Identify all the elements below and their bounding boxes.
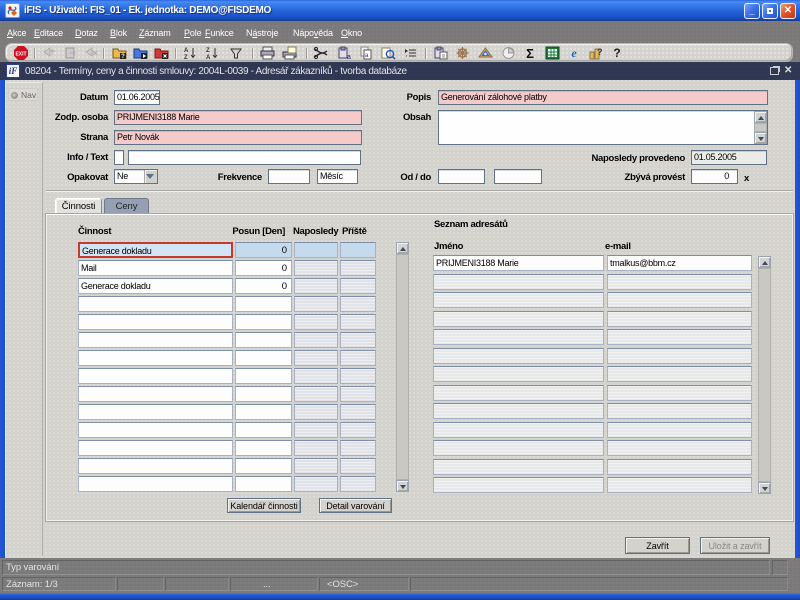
svg-text:?: ?: [121, 54, 125, 60]
svg-text:A: A: [206, 55, 211, 60]
svg-text:Z: Z: [206, 48, 210, 54]
svg-text:?: ?: [597, 47, 603, 57]
svg-text:a: a: [347, 54, 351, 60]
svg-text:EXIT: EXIT: [15, 52, 26, 58]
svg-text:Z: Z: [184, 55, 188, 60]
svg-text:A: A: [184, 48, 189, 54]
